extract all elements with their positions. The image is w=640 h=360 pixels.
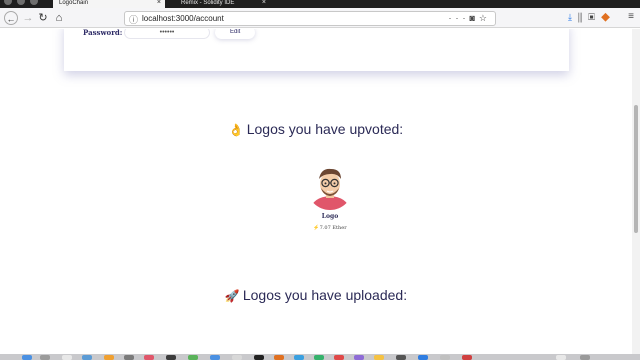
logo-card[interactable]: Logo ⚡7.07 Ether — [305, 164, 355, 231]
account-card: Password: •••••• Edit — [64, 29, 569, 71]
password-label: Password: — [83, 29, 123, 37]
trash-icon[interactable] — [580, 355, 590, 360]
password-field[interactable]: •••••• — [124, 29, 210, 39]
library-icon[interactable]: ⫼ — [578, 12, 588, 22]
dock-app-icon[interactable] — [40, 355, 50, 360]
sidebar-icon[interactable]: ▣ — [588, 12, 601, 22]
logo-avatar[interactable] — [307, 164, 353, 210]
dock-app-icon[interactable] — [334, 355, 344, 360]
dock-app-icon[interactable] — [374, 355, 384, 360]
dock-app-icon[interactable] — [144, 355, 154, 360]
logo-name: Logo — [321, 213, 339, 220]
close-tab-icon[interactable]: × — [262, 0, 266, 6]
upvoted-title: Logos you have upvoted: — [246, 121, 404, 137]
dock-app-icon[interactable] — [210, 355, 220, 360]
minimize-window-icon[interactable] — [17, 0, 25, 5]
dock-app-icon[interactable] — [166, 355, 176, 360]
uploaded-title: Logos you have uploaded: — [242, 287, 408, 303]
arrow-left-icon[interactable]: ← — [4, 11, 18, 25]
tab-title: LogoChain — [59, 0, 89, 6]
dock-app-icon[interactable] — [188, 355, 198, 360]
home-icon[interactable]: ⌂ — [52, 11, 66, 25]
ok-hand-icon: 👌 — [228, 123, 244, 137]
arrow-right-icon[interactable]: → — [21, 11, 35, 25]
dock-app-icon[interactable] — [396, 355, 406, 360]
dock-app-icon[interactable] — [354, 355, 364, 360]
reload-icon[interactable]: ↻ — [36, 11, 50, 25]
dock-app-icon[interactable] — [254, 355, 264, 360]
edit-button[interactable]: Edit — [215, 29, 256, 39]
dock — [0, 354, 640, 360]
zoom-window-icon[interactable] — [30, 0, 38, 5]
dock-app-icon[interactable] — [462, 355, 472, 360]
address-bar[interactable]: ⓘ localhost:3000/account ···◙☆ — [124, 11, 496, 26]
avatar-image — [307, 164, 353, 210]
logo-price: ⚡7.07 Ether — [305, 225, 355, 231]
rocket-icon: 🚀 — [224, 289, 240, 303]
dock-app-icon[interactable] — [314, 355, 324, 360]
dock-app-icon[interactable] — [104, 355, 114, 360]
dock-app-icon[interactable] — [418, 355, 428, 360]
dock-app-icon[interactable] — [294, 355, 304, 360]
dock-app-icon[interactable] — [62, 355, 72, 360]
close-window-icon[interactable] — [4, 0, 12, 5]
bookmark-star-icon[interactable]: ☆ — [479, 13, 491, 23]
upvoted-heading: 👌 Logos you have upvoted: — [0, 121, 632, 137]
menu-icon[interactable]: ≡ — [628, 11, 634, 22]
more-icon[interactable]: ··· — [448, 13, 469, 23]
url-text[interactable]: localhost:3000/account — [142, 14, 224, 23]
scrollbar-thumb[interactable] — [634, 105, 638, 233]
navigation-bar: ← → ↻ ⌂ ⓘ localhost:3000/account ···◙☆ ⤓… — [0, 8, 640, 28]
pocket-icon[interactable]: ◙ — [469, 13, 478, 23]
dock-app-icon[interactable] — [22, 355, 32, 360]
uploaded-heading: 🚀 Logos you have uploaded: — [0, 287, 632, 303]
dock-app-icon[interactable] — [440, 355, 450, 360]
tab-logochain[interactable]: LogoChain × — [53, 0, 165, 8]
page-content: Password: •••••• Edit 👌 Logos you have up… — [0, 29, 632, 354]
tab-title: Remix - Solidity IDE — [181, 0, 235, 6]
dock-app-icon[interactable] — [232, 355, 242, 360]
info-icon[interactable]: ⓘ — [129, 13, 138, 26]
dock-app-icon[interactable] — [274, 355, 284, 360]
dock-app-icon[interactable] — [82, 355, 92, 360]
dock-app-icon[interactable] — [124, 355, 134, 360]
vertical-scrollbar[interactable] — [632, 29, 640, 354]
page-actions: ···◙☆ — [448, 13, 491, 24]
download-icon[interactable]: ⤓ — [568, 12, 578, 22]
close-tab-icon[interactable]: × — [157, 0, 161, 6]
tab-remix[interactable]: Remix - Solidity IDE × — [175, 0, 270, 8]
extension-icon[interactable]: ◆ — [601, 12, 616, 22]
toolbar-right: ⤓⫼▣◆ — [568, 12, 616, 23]
price-value: 7.07 Ether — [319, 225, 347, 231]
dock-app-icon[interactable] — [556, 355, 566, 360]
tab-bar: LogoChain × Remix - Solidity IDE × — [0, 0, 640, 8]
